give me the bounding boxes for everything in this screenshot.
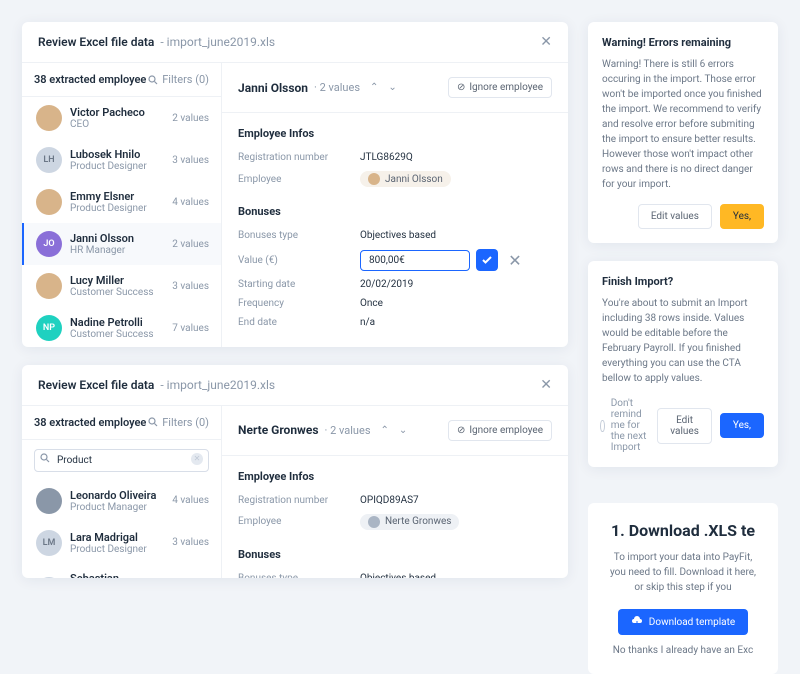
download-template-button[interactable]: Download template xyxy=(618,609,748,635)
employee-chip: Nerte Gronwes xyxy=(360,514,459,530)
sidebar-item-selected[interactable]: JOJanni OlssonHR Manager2 values xyxy=(22,223,221,265)
ignore-button[interactable]: ⊘Ignore employee xyxy=(448,420,552,441)
card-body: You're about to submit an Import includi… xyxy=(602,296,764,386)
sidebar-item[interactable]: Emmy ElsnerProduct Designer4 values xyxy=(22,181,221,223)
chevron-up-icon[interactable]: ⌃ xyxy=(381,425,389,436)
confirm-warning-button[interactable]: Yes, xyxy=(720,204,764,229)
step-body: To import your data into PayFit, you nee… xyxy=(606,550,760,595)
search-box: ✕ xyxy=(34,448,209,472)
chevron-down-icon[interactable]: ⌄ xyxy=(388,82,396,93)
employee-chip: Janni Olsson xyxy=(360,171,451,187)
review-modal-2: Review Excel file data - import_june2019… xyxy=(22,365,568,578)
finish-card: Finish Import? You're about to submit an… xyxy=(588,261,778,467)
clear-search-icon[interactable]: ✕ xyxy=(191,453,203,465)
chevron-down-icon[interactable]: ⌄ xyxy=(399,425,407,436)
filters-button[interactable]: Filters (0) xyxy=(148,416,209,429)
ban-icon: ⊘ xyxy=(457,425,465,436)
skip-link[interactable]: No thanks I already have an Exc xyxy=(606,645,760,656)
radio-icon xyxy=(600,420,604,432)
modal-title: Review Excel file data xyxy=(38,35,154,49)
employee-sidebar: 38 extracted employee Filters (0) Victor… xyxy=(22,63,222,347)
detail-name: Janni Olsson xyxy=(238,81,308,95)
dont-remind-checkbox[interactable]: Don't remind me for the next Import xyxy=(600,398,649,453)
modal-filename: - import_june2019.xls xyxy=(160,35,275,49)
filters-button[interactable]: Filters (0) xyxy=(148,73,209,86)
employee-sidebar: 38 extracted employee Filters (0) ✕ Leon… xyxy=(22,406,222,578)
sidebar-item[interactable]: LHLubosek HniloProduct Designer3 values xyxy=(22,139,221,181)
review-modal-1: Review Excel file data - import_june2019… xyxy=(22,22,568,347)
sidebar-item[interactable]: SWSebastian WestergrenHead of Product4 v… xyxy=(22,564,221,578)
confirm-button[interactable] xyxy=(476,249,498,271)
edit-values-button[interactable]: Edit values xyxy=(638,204,712,229)
sidebar-item[interactable]: NPNadine PetrolliCustomer Success7 value… xyxy=(22,307,221,347)
employee-count: 38 extracted employee xyxy=(34,73,146,86)
detail-panel: Nerte Gronwes · 2 values ⌃ ⌄ ⊘Ignore emp… xyxy=(222,406,568,578)
edit-values-button[interactable]: Edit values xyxy=(657,408,712,444)
close-icon[interactable]: ✕ xyxy=(540,34,552,50)
cancel-button[interactable]: ✕ xyxy=(504,249,526,271)
search-input[interactable] xyxy=(34,449,209,472)
section-title: Employee Infos xyxy=(238,470,552,483)
modal-header: Review Excel file data - import_june2019… xyxy=(22,22,568,63)
card-title: Finish Import? xyxy=(602,275,764,288)
section-title: Absences xyxy=(238,346,552,347)
check-icon xyxy=(481,254,493,266)
detail-values: · 2 values xyxy=(314,81,360,94)
section-title: Bonuses xyxy=(238,205,552,218)
sidebar-item[interactable]: LMLara MadrigalProduct Designer3 values xyxy=(22,522,221,564)
search-icon xyxy=(40,453,50,463)
detail-name: Nerte Gronwes xyxy=(238,423,319,437)
modal-header: Review Excel file data - import_june2019… xyxy=(22,365,568,406)
card-title: Warning! Errors remaining xyxy=(602,36,764,49)
sidebar-item[interactable]: Leonardo OliveiraProduct Manager4 values xyxy=(22,480,221,522)
warning-card: Warning! Errors remaining Warning! There… xyxy=(588,22,778,243)
cloud-download-icon xyxy=(631,616,643,628)
chevron-up-icon[interactable]: ⌃ xyxy=(370,82,378,93)
search-icon xyxy=(148,75,158,85)
ignore-button[interactable]: ⊘Ignore employee xyxy=(448,77,552,98)
search-icon xyxy=(148,417,158,427)
sidebar-item[interactable]: Lucy MillerCustomer Success3 values xyxy=(22,265,221,307)
section-title: Employee Infos xyxy=(238,127,552,140)
modal-title: Review Excel file data xyxy=(38,378,154,392)
sidebar-item[interactable]: Victor PachecoCEO2 values xyxy=(22,97,221,139)
ban-icon: ⊘ xyxy=(457,82,465,93)
card-body: Warning! There is still 6 errors occurin… xyxy=(602,57,764,192)
download-step: 1. Download .XLS te To import your data … xyxy=(588,503,778,674)
modal-filename: - import_june2019.xls xyxy=(160,378,275,392)
detail-panel: Janni Olsson · 2 values ⌃ ⌄ ⊘Ignore empl… xyxy=(222,63,568,347)
confirm-finish-button[interactable]: Yes, xyxy=(720,413,764,438)
detail-values: · 2 values xyxy=(325,424,371,437)
employee-count: 38 extracted employee xyxy=(34,416,146,429)
step-title: 1. Download .XLS te xyxy=(606,521,760,540)
section-title: Bonuses xyxy=(238,548,552,561)
close-icon[interactable]: ✕ xyxy=(540,377,552,393)
value-input[interactable] xyxy=(360,250,470,271)
